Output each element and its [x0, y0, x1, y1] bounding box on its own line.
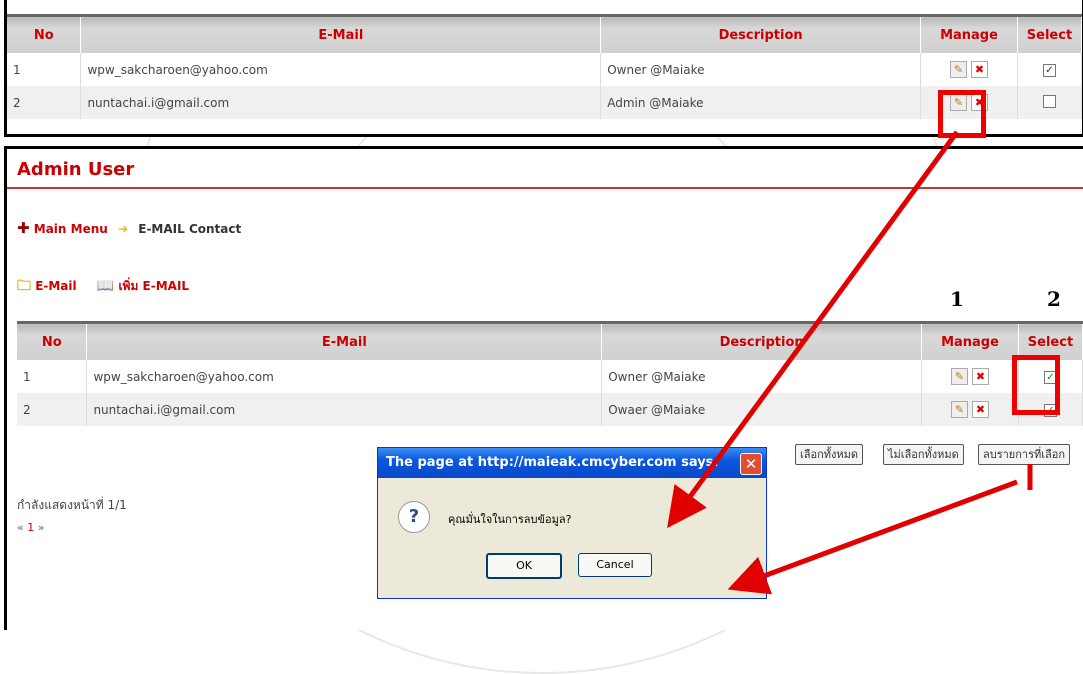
row-email: nuntachai.i@gmail.com [86, 393, 603, 426]
col-description-header: Description [600, 14, 922, 53]
question-icon: ? [398, 501, 430, 533]
delete-selected-button[interactable]: ลบรายการที่เลือก [978, 444, 1071, 465]
step-number-2: 2 [1047, 287, 1061, 311]
table-row: 1 wpw_sakcharoen@yahoo.com Owner @Maiake… [17, 360, 1083, 393]
row-description: Owner @Maiake [600, 53, 922, 86]
select-checkbox[interactable] [1042, 94, 1056, 108]
table-header-row: No E-Mail Description Manage Select [7, 14, 1083, 53]
row-select [1017, 86, 1083, 119]
delete-icon[interactable]: ✖ [971, 61, 988, 78]
arrow-right-icon: ➔ [118, 222, 129, 236]
plus-icon: ✚ [17, 219, 30, 237]
row-select: ✓ [1017, 53, 1083, 86]
highlight-select-checkboxes [1012, 355, 1060, 415]
row-email: nuntachai.i@gmail.com [80, 86, 602, 119]
deselect-all-button[interactable]: ไม่เลือกทั้งหมด [883, 444, 964, 465]
pager-page[interactable]: 1 [27, 521, 34, 534]
breadcrumb: ✚ Main Menu ➔ E-MAIL Contact [17, 219, 241, 237]
row-description: Owner @Maiake [601, 360, 923, 393]
row-no: 2 [7, 86, 82, 119]
row-manage: ✎ ✖ [920, 53, 1018, 86]
confirm-dialog: The page at http://maieak.cmcyber.com sa… [377, 447, 767, 599]
col-email-header: E-Mail [86, 321, 603, 360]
row-manage: ✎ ✖ [921, 360, 1019, 393]
table-row: 2 nuntachai.i@gmail.com Owaer @Maiake ✎ ✖… [17, 393, 1083, 426]
pager-next[interactable]: » [38, 521, 45, 534]
table-row: 2 nuntachai.i@gmail.com Admin @Maiake ✎ ✖ [7, 86, 1083, 119]
page-title: Admin User [17, 159, 135, 180]
edit-icon[interactable]: ✎ [950, 61, 967, 78]
add-email-link[interactable]: เพิ่ม E-MAIL [118, 279, 189, 293]
breadcrumb-main-menu[interactable]: Main Menu [34, 222, 108, 236]
select-all-button[interactable]: เลือกทั้งหมด [795, 444, 864, 465]
col-no-header: No [7, 14, 82, 53]
pager-prev[interactable]: « [17, 521, 24, 534]
book-icon: 📖 [96, 278, 115, 294]
close-icon[interactable]: ✕ [740, 453, 762, 475]
dialog-title: The page at http://maieak.cmcyber.com sa… [378, 448, 766, 478]
edit-icon[interactable]: ✎ [951, 401, 968, 418]
paging-text: กำลังแสดงหน้าที่ 1/1 [17, 498, 127, 512]
email-table: No E-Mail Description Manage Select 1 wp… [17, 321, 1083, 426]
step-number-1: 1 [950, 287, 964, 311]
delete-icon[interactable]: ✖ [972, 368, 989, 385]
row-description: Owaer @Maiake [601, 393, 923, 426]
row-no: 1 [17, 360, 88, 393]
col-no-header: No [17, 321, 88, 360]
col-manage-header: Manage [921, 321, 1019, 360]
row-manage: ✎ ✖ [921, 393, 1019, 426]
email-link[interactable]: E-Mail [35, 279, 76, 293]
row-no: 2 [17, 393, 88, 426]
col-manage-header: Manage [920, 14, 1018, 53]
highlight-delete-icon [938, 90, 986, 138]
col-select-header: Select [1017, 14, 1083, 53]
row-email: wpw_sakcharoen@yahoo.com [80, 53, 602, 86]
dialog-message: คุณมั่นใจในการลบข้อมูล? [448, 513, 572, 526]
table-header-row: No E-Mail Description Manage Select [17, 321, 1083, 360]
edit-icon[interactable]: ✎ [951, 368, 968, 385]
col-email-header: E-Mail [80, 14, 602, 53]
col-description-header: Description [601, 321, 923, 360]
table-row: 1 wpw_sakcharoen@yahoo.com Owner @Maiake… [7, 53, 1083, 86]
top-email-table: No E-Mail Description Manage Select 1 wp… [7, 14, 1083, 119]
row-email: wpw_sakcharoen@yahoo.com [86, 360, 603, 393]
cancel-button[interactable]: Cancel [578, 553, 652, 577]
title-underline [7, 187, 1083, 189]
breadcrumb-current: E-MAIL Contact [138, 222, 242, 236]
top-panel: No E-Mail Description Manage Select 1 wp… [4, 0, 1083, 137]
row-no: 1 [7, 53, 82, 86]
row-description: Admin @Maiake [600, 86, 922, 119]
select-checkbox[interactable]: ✓ [1042, 64, 1056, 77]
delete-icon[interactable]: ✖ [972, 401, 989, 418]
folder-icon: 🗀 [17, 278, 31, 294]
ok-button[interactable]: OK [486, 553, 562, 579]
toolbar: 🗀 E-Mail 📖 เพิ่ม E-MAIL [17, 275, 189, 299]
pager: « 1 » [17, 521, 44, 534]
